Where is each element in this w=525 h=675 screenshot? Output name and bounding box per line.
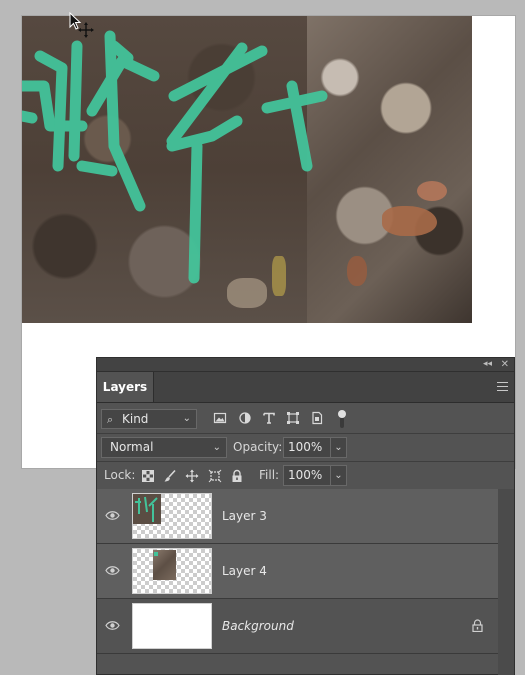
fill-field[interactable]: 100% bbox=[283, 465, 331, 486]
lock-transparent-pixels-icon[interactable] bbox=[141, 469, 155, 483]
layer-name[interactable]: Background bbox=[222, 599, 294, 653]
opacity-dropdown-icon[interactable]: ⌄ bbox=[331, 437, 347, 458]
layer-lock-icon[interactable] bbox=[472, 619, 483, 632]
move-cursor-icon bbox=[69, 12, 94, 38]
chevron-down-icon: ⌄ bbox=[212, 442, 221, 453]
tab-layers[interactable]: Layers bbox=[97, 372, 154, 402]
panel-menu-icon[interactable] bbox=[497, 382, 508, 391]
close-panel-icon[interactable]: ✕ bbox=[501, 358, 509, 371]
panel-title-bar[interactable]: ◂◂ ✕ bbox=[97, 358, 514, 372]
fill-label: Fill: bbox=[259, 468, 280, 482]
filter-row: ⌕ Kind ⌄ bbox=[97, 406, 514, 433]
layer-thumbnail[interactable] bbox=[132, 493, 212, 539]
shape-filter-icon[interactable] bbox=[286, 411, 300, 425]
fill-dropdown-icon[interactable]: ⌄ bbox=[331, 465, 347, 486]
filter-toggle[interactable] bbox=[338, 410, 346, 428]
visibility-eye-icon[interactable] bbox=[105, 510, 120, 521]
layers-list: Layer 3 Layer 4 Background bbox=[97, 489, 500, 654]
adjustment-filter-icon[interactable] bbox=[238, 411, 252, 425]
thumbnail-graffiti bbox=[135, 496, 158, 522]
graffiti-strokes bbox=[22, 30, 328, 284]
blend-mode-value: Normal bbox=[110, 440, 154, 454]
layer-thumbnail[interactable] bbox=[132, 603, 212, 649]
lock-image-pixels-icon[interactable] bbox=[163, 469, 177, 483]
visibility-eye-icon[interactable] bbox=[105, 565, 120, 576]
layer-name[interactable]: Layer 3 bbox=[222, 489, 267, 543]
lock-label: Lock: bbox=[104, 468, 136, 482]
opacity-field[interactable]: 100% bbox=[283, 437, 331, 458]
graffiti-wall-photo bbox=[22, 16, 472, 323]
collapse-panel-icon[interactable]: ◂◂ bbox=[483, 358, 492, 371]
smart-object-filter-icon[interactable] bbox=[310, 411, 324, 425]
visibility-eye-icon[interactable] bbox=[105, 620, 120, 631]
layer-row-layer-4[interactable]: Layer 4 bbox=[97, 544, 500, 599]
image-filter-icon[interactable] bbox=[213, 411, 227, 425]
layers-panel: ◂◂ ✕ Layers ⌕ Kind ⌄ Normal ⌄ Opacity: 1… bbox=[96, 357, 515, 675]
lock-position-icon[interactable] bbox=[185, 469, 199, 483]
lock-row: Lock: Fill: 100% ⌄ bbox=[97, 462, 514, 489]
opacity-label: Opacity: bbox=[233, 440, 283, 454]
layer-name[interactable]: Layer 4 bbox=[222, 544, 267, 598]
blend-mode-select[interactable]: Normal ⌄ bbox=[101, 437, 227, 458]
type-filter-icon[interactable] bbox=[262, 411, 276, 425]
layer-row-background[interactable]: Background bbox=[97, 599, 500, 654]
filter-kind-select[interactable]: ⌕ Kind ⌄ bbox=[101, 409, 197, 429]
blend-row: Normal ⌄ Opacity: 100% ⌄ bbox=[97, 434, 514, 461]
prevent-auto-nesting-icon[interactable] bbox=[208, 469, 222, 483]
layer-thumbnail[interactable] bbox=[132, 548, 212, 594]
filter-kind-label: Kind bbox=[122, 412, 149, 426]
search-icon: ⌕ bbox=[107, 413, 114, 426]
layers-scrollbar[interactable] bbox=[498, 489, 514, 675]
layer-row-layer-3[interactable]: Layer 3 bbox=[97, 489, 500, 544]
lock-all-icon[interactable] bbox=[230, 469, 244, 483]
panel-tab-row: Layers bbox=[97, 372, 514, 403]
chevron-down-icon: ⌄ bbox=[182, 413, 191, 424]
